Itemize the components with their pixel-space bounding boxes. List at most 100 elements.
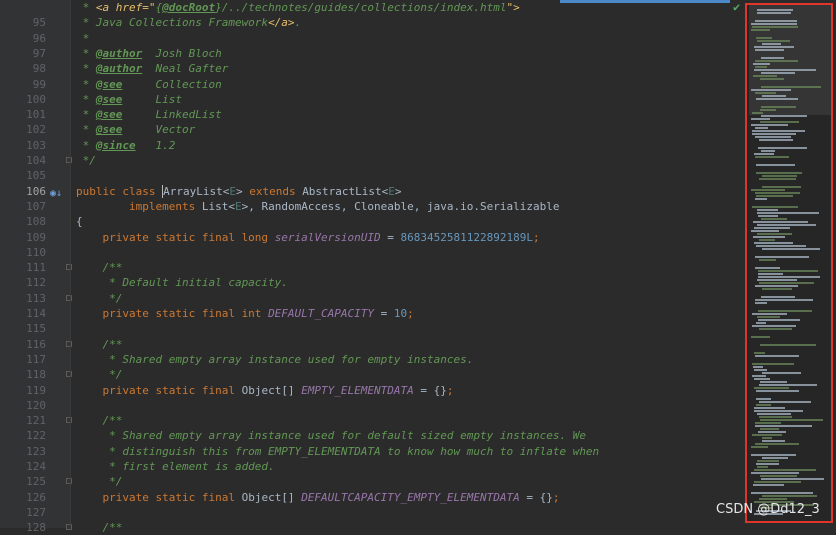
line-number[interactable]: 106: [0, 184, 46, 199]
code-token: =: [380, 230, 401, 244]
line-number[interactable]: 117: [0, 352, 46, 367]
code-token: private static final: [76, 383, 242, 397]
code-line[interactable]: 111 /**: [0, 260, 745, 275]
fold-toggle-icon[interactable]: [66, 371, 72, 378]
fold-toggle-icon[interactable]: [66, 157, 72, 163]
code-text: * Default initial capacity.: [76, 275, 288, 290]
code-line[interactable]: 123 * distinguish this from EMPTY_ELEMEN…: [0, 444, 745, 459]
line-number[interactable]: 102: [0, 122, 46, 137]
code-text: private static final Object[] EMPTY_ELEM…: [76, 383, 453, 398]
line-number[interactable]: 108: [0, 214, 46, 229]
line-number[interactable]: 122: [0, 428, 46, 443]
minimap-line: [762, 95, 786, 97]
code-line[interactable]: 118 */: [0, 367, 745, 382]
code-line[interactable]: 105: [0, 168, 745, 183]
fold-toggle-icon[interactable]: [66, 340, 72, 347]
line-number[interactable]: 114: [0, 306, 46, 321]
code-line[interactable]: 100 * @see List: [0, 92, 745, 107]
line-number[interactable]: 124: [0, 459, 46, 474]
code-text: * @since 1.2: [76, 138, 176, 153]
fold-toggle-icon[interactable]: [66, 417, 72, 424]
code-line[interactable]: 110: [0, 245, 745, 260]
code-line[interactable]: 125 */: [0, 474, 745, 489]
fold-toggle-icon[interactable]: [66, 294, 72, 301]
line-number[interactable]: 121: [0, 413, 46, 428]
code-token: >: [235, 184, 250, 198]
line-number[interactable]: 96: [0, 31, 46, 46]
line-number[interactable]: 112: [0, 275, 46, 290]
code-line[interactable]: 117 * Shared empty array instance used f…: [0, 352, 745, 367]
line-number[interactable]: 103: [0, 138, 46, 153]
code-token: }/../technotes/guides/collections/index.…: [215, 1, 507, 14]
minimap-line: [762, 248, 820, 250]
code-line[interactable]: 127: [0, 505, 745, 520]
line-number[interactable]: 127: [0, 505, 46, 520]
code-line[interactable]: 106 ◉↓ public class ArrayList<E> extends A…: [0, 184, 745, 199]
line-number[interactable]: 118: [0, 367, 46, 382]
line-number[interactable]: 105: [0, 168, 46, 183]
minimap-line: [760, 475, 797, 477]
line-number[interactable]: 107: [0, 199, 46, 214]
line-number[interactable]: 111: [0, 260, 46, 275]
line-number[interactable]: 123: [0, 444, 46, 459]
code-line[interactable]: 102 * @see Vector: [0, 122, 745, 137]
code-line[interactable]: 113 */: [0, 291, 745, 306]
minimap-line: [755, 422, 781, 424]
code-line[interactable]: 115: [0, 321, 745, 336]
minimap-line: [759, 139, 793, 141]
code-token: ;: [407, 307, 414, 320]
code-line[interactable]: 98 * @author Neal Gafter: [0, 61, 745, 76]
code-line[interactable]: 124 * first element is added.: [0, 459, 745, 474]
code-line[interactable]: 96 *: [0, 31, 745, 46]
code-token: = {}: [413, 383, 447, 397]
line-number[interactable]: 119: [0, 383, 46, 398]
line-number[interactable]: 109: [0, 230, 46, 245]
code-line[interactable]: 121 /**: [0, 413, 745, 428]
code-line[interactable]: 116 /**: [0, 337, 745, 352]
line-number[interactable]: 113: [0, 291, 46, 306]
code-line[interactable]: 120: [0, 398, 745, 413]
code-text: public class ArrayList<E> extends Abstra…: [76, 184, 402, 199]
code-line[interactable]: 108 {: [0, 214, 745, 229]
code-text: private static final int DEFAULT_CAPACIT…: [76, 306, 414, 321]
minimap-line: [759, 239, 775, 241]
code-line[interactable]: 104 */: [0, 153, 745, 168]
line-number[interactable]: 116: [0, 337, 46, 352]
fold-toggle-icon[interactable]: [66, 264, 72, 271]
code-line[interactable]: 101 * @see LinkedList: [0, 107, 745, 122]
line-number[interactable]: 97: [0, 46, 46, 61]
code-token: */: [76, 154, 96, 167]
code-line[interactable]: 107 implements List<E>, RandomAccess, Cl…: [0, 199, 745, 214]
code-line[interactable]: 109 private static final long serialVers…: [0, 230, 745, 245]
line-number[interactable]: 110: [0, 245, 46, 260]
line-number[interactable]: 100: [0, 92, 46, 107]
code-line[interactable]: 119 private static final Object[] EMPTY_…: [0, 383, 745, 398]
line-number[interactable]: 95: [0, 15, 46, 30]
check-icon[interactable]: ✔: [733, 0, 740, 14]
minimap-line: [756, 404, 771, 406]
code-line[interactable]: 103 * @since 1.2: [0, 138, 745, 153]
fold-toggle-icon[interactable]: [66, 524, 72, 531]
code-line[interactable]: 112 * Default initial capacity.: [0, 275, 745, 290]
code-editor[interactable]: * <a href=" {@docRoot}/../technotes/guide…: [0, 0, 745, 534]
line-number[interactable]: 99: [0, 77, 46, 92]
minimap-line: [762, 372, 801, 374]
line-number[interactable]: 126: [0, 490, 46, 505]
line-number[interactable]: 115: [0, 321, 46, 336]
minimap-line: [760, 344, 816, 346]
line-number[interactable]: 120: [0, 398, 46, 413]
code-line[interactable]: 114 private static final int DEFAULT_CAP…: [0, 306, 745, 321]
code-line[interactable]: 122 * Shared empty array instance used f…: [0, 428, 745, 443]
minimap-line: [759, 416, 792, 418]
code-line[interactable]: 95 * Java Collections Framework</a>.: [0, 15, 745, 30]
line-number[interactable]: 101: [0, 107, 46, 122]
code-line[interactable]: 99 * @see Collection: [0, 77, 745, 92]
code-line[interactable]: 126 private static final Object[] DEFAUL…: [0, 490, 745, 505]
line-number[interactable]: 125: [0, 474, 46, 489]
line-number[interactable]: 98: [0, 61, 46, 76]
line-number[interactable]: 104: [0, 153, 46, 168]
minimap-scrollbar[interactable]: [745, 3, 833, 523]
minimap-line: [754, 469, 816, 471]
code-line[interactable]: 97 * @author Josh Bloch: [0, 46, 745, 61]
fold-toggle-icon[interactable]: [66, 478, 72, 485]
